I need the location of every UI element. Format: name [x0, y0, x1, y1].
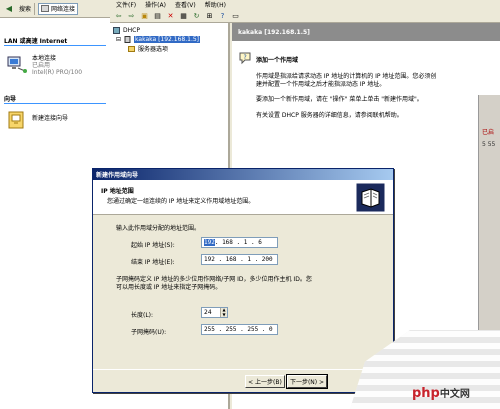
start-ip-rest[interactable]: . 168 . 1 . 6 — [215, 239, 262, 246]
refresh-icon[interactable]: ↻ — [191, 10, 202, 21]
search-label: 搜索 — [19, 6, 32, 13]
delete-icon[interactable]: ✕ — [165, 10, 176, 21]
menu-help[interactable]: 帮助(H) — [205, 0, 226, 9]
console-toolbar: ⇦ ⇨ ▣ ▤ ✕ ▦ ↻ ⊞ ? ▭ — [110, 9, 500, 23]
help-icon[interactable]: ? — [217, 10, 228, 21]
wizard-header: IP 地址范围 您通过确定一组连续的 IP 地址来定义作用域地址范围。 — [93, 180, 393, 215]
start-ip-label: 起始 IP 地址(S): — [131, 242, 175, 249]
wizard-header-title: IP 地址范围 — [101, 188, 134, 195]
length-spin-arrows[interactable]: ▲ ▼ — [220, 308, 227, 317]
network-adapter-icon[interactable] — [6, 54, 28, 74]
show-tree-icon[interactable]: ▤ — [152, 10, 163, 21]
connection-device: Intel(R) PRO/100 — [32, 69, 83, 76]
back-step-button[interactable]: < 上一步(B) — [245, 375, 285, 388]
back-button[interactable]: ◀ — [2, 3, 16, 15]
detail-para-3: 要添加一个新作用域，请在 "操作" 菜单上单击 "新建作用域"。 — [256, 96, 423, 103]
svg-text:?: ? — [244, 54, 247, 61]
wizard-books-icon — [356, 183, 385, 212]
address-bar[interactable]: 网络连接 — [38, 2, 79, 15]
php-cn-logo: php中文网 — [412, 386, 470, 401]
spin-down-icon[interactable]: ▼ — [221, 312, 227, 318]
up-folder-icon[interactable]: ▣ — [139, 10, 150, 21]
length-value[interactable]: 24 — [204, 309, 212, 316]
end-ip-input[interactable]: 192 . 168 . 1 . 200 — [201, 254, 278, 265]
subnet-mask-label: 子网掩码(U): — [131, 329, 167, 336]
subnet-mask-input[interactable]: 255 . 255 . 255 . 0 — [201, 324, 278, 335]
connection-name: 本地连接 — [32, 55, 57, 62]
tree-dhcp-root[interactable]: DHCP — [113, 26, 140, 35]
folder-icon — [128, 46, 135, 52]
search-button[interactable]: 搜索 — [19, 3, 31, 15]
new-connection-wizard-icon[interactable] — [6, 110, 28, 130]
local-connection-item[interactable]: 本地连接 已启用 Intel(R) PRO/100 — [32, 55, 82, 76]
lan-group-title: LAN 或高速 Internet — [4, 38, 68, 45]
wizard-header-desc: 您通过确定一组连续的 IP 地址来定义作用域地址范围。 — [107, 198, 255, 205]
tree-server-options[interactable]: 服务器选项 — [128, 44, 168, 53]
detail-para-4: 有关设置 DHCP 服务器的详细信息，请参阅联机帮助。 — [256, 112, 403, 119]
detail-title: 添加一个作用域 — [256, 57, 299, 64]
edge-text-1: 已启 — [482, 129, 495, 136]
explorer-toolbar: ◀ 搜索 网络连接 — [0, 0, 110, 18]
dhcp-icon — [113, 27, 120, 34]
forward-arrow-icon[interactable]: ⇨ — [126, 10, 137, 21]
length-label: 长度(L): — [131, 312, 154, 319]
back-arrow-icon[interactable]: ⇦ — [113, 10, 124, 21]
network-folder-icon — [41, 5, 50, 12]
start-ip-octet-1[interactable]: 192 — [204, 239, 215, 246]
expand-minus-icon[interactable]: ⊟ — [116, 36, 121, 43]
detail-para-2: 建并配置一个作用域之后才能指派动态 IP 地址。 — [256, 81, 386, 88]
menu-bar: 文件(F) 操作(A) 查看(V) 帮助(H) — [110, 0, 500, 9]
menu-view[interactable]: 查看(V) — [175, 0, 196, 9]
connection-status: 已启用 — [32, 62, 51, 69]
new-scope-wizard-dialog: 新建作用域向导 IP 地址范围 您通过确定一组连续的 IP 地址来定义作用域地址… — [92, 168, 394, 393]
start-ip-input[interactable]: 192 . 168 . 1 . 6 — [201, 237, 278, 248]
menu-file[interactable]: 文件(F) — [116, 0, 136, 9]
detail-para-1: 作用域是指派给请求动态 IP 地址的计算机的 IP 地址范围。您必须创 — [256, 73, 437, 80]
next-step-button[interactable]: 下一步(N) > — [286, 374, 328, 389]
end-ip-label: 结束 IP 地址(E): — [131, 259, 175, 266]
server-icon — [124, 36, 131, 43]
wizard-group-title: 向导 — [4, 96, 17, 103]
menu-action[interactable]: 操作(A) — [145, 0, 166, 9]
length-spinner[interactable]: 24 ▲ ▼ — [201, 307, 228, 318]
address-text: 网络连接 — [51, 6, 76, 13]
console-icon[interactable]: ▭ — [230, 10, 241, 21]
mask-desc-2: 可以用长度或 IP 地址来指定子网掩码。 — [116, 284, 222, 291]
new-connection-wizard-item[interactable]: 新建连接向导 — [32, 115, 68, 122]
export-icon[interactable]: ⊞ — [204, 10, 215, 21]
edge-text-2: 5 55 — [482, 141, 496, 148]
wizard-title-bar[interactable]: 新建作用域向导 — [93, 169, 393, 180]
range-section-label: 输入此作用域分配的地址范围。 — [116, 225, 201, 232]
properties-icon[interactable]: ▦ — [178, 10, 189, 21]
tree-server-node[interactable]: ⊟ kakaka [192.168.1.5] — [116, 35, 201, 44]
info-bubble-icon: ? — [239, 52, 251, 65]
detail-header: kakaka [192.168.1.5] — [232, 23, 500, 41]
